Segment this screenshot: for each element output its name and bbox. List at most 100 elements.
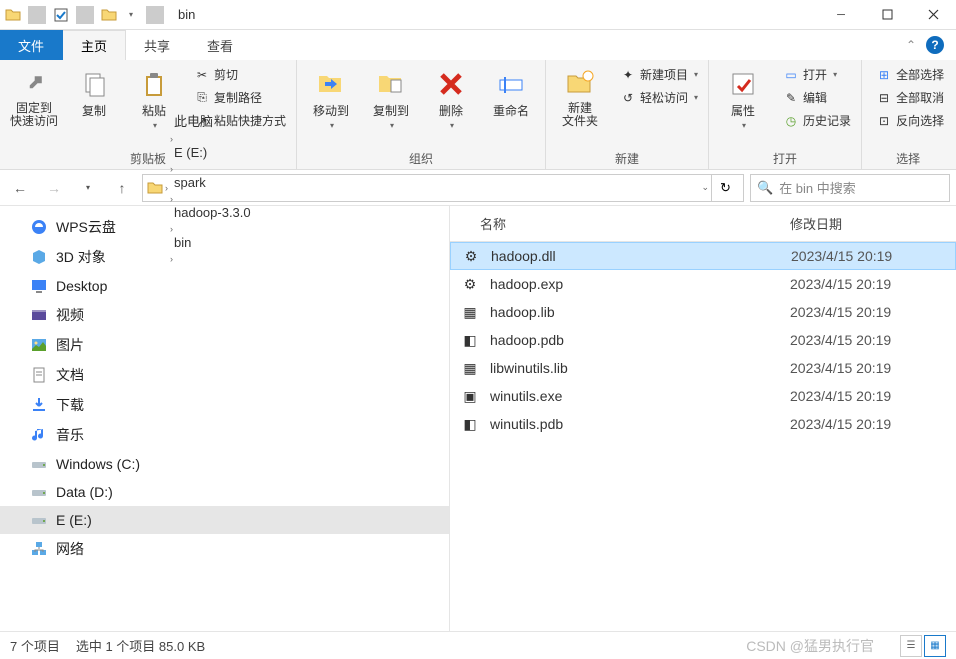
drive-icon [30,455,48,473]
status-selected: 选中 1 个项目 85.0 KB [76,636,205,655]
file-icon: ▦ [460,304,480,321]
breadcrumb-item[interactable]: spark [170,175,255,190]
drive-icon [30,483,48,501]
search-icon: 🔍 [757,180,773,196]
video-icon [30,306,48,324]
drive-icon [30,511,48,529]
tree-item[interactable]: 网络 [0,534,449,564]
help-icon[interactable]: ? [926,36,944,54]
tree-item[interactable]: 文档 [0,360,449,390]
file-row[interactable]: ⚙hadoop.exp2023/4/15 20:19 [450,270,956,298]
file-row[interactable]: ▦hadoop.lib2023/4/15 20:19 [450,298,956,326]
tree-item-label: Data (D:) [56,484,113,500]
file-row[interactable]: ▣winutils.exe2023/4/15 20:19 [450,382,956,410]
address-bar: ← → ▾ ↑ › 此电脑›E (E:)›spark›hadoop-3.3.0›… [0,170,956,206]
rename-button[interactable]: 重命名 [483,64,539,123]
maximize-button[interactable] [864,0,910,30]
copyto-icon [375,68,407,100]
close-button[interactable] [910,0,956,30]
search-input[interactable]: 🔍 在 bin 中搜索 [750,174,950,202]
view-details-button[interactable]: ☰ [900,635,922,657]
file-icon: ⚙ [460,276,480,293]
recent-dropdown[interactable]: ▾ [74,174,102,202]
status-bar: 7 个项目 选中 1 个项目 85.0 KB CSDN @猛男执行官 ☰ ▦ [0,631,956,659]
pasteshortcut-button[interactable]: ↗粘贴快捷方式 [190,110,290,131]
file-icon: ▦ [460,360,480,377]
pin-button[interactable]: 固定到快速访问 [6,64,62,132]
properties-button[interactable]: 属性 [715,64,771,134]
collapse-ribbon-icon[interactable]: ⌃ [906,38,916,52]
file-row[interactable]: ▦libwinutils.lib2023/4/15 20:19 [450,354,956,382]
folder-qa-icon[interactable] [100,6,118,24]
copyto-button[interactable]: 复制到 [363,64,419,134]
nav-tree[interactable]: WPS云盘3D 对象 Desktop 视频图片文档下载音乐 Windows (C:) D… [0,206,450,631]
tree-item-label: Desktop [56,278,107,294]
file-date: 2023/4/15 20:19 [780,416,901,432]
moveto-button[interactable]: 移动到 [303,64,359,134]
selectnone-button[interactable]: ⊟全部取消 [872,87,948,108]
chevron-icon[interactable]: › [170,194,173,204]
file-row[interactable]: ◧hadoop.pdb2023/4/15 20:19 [450,326,956,354]
forward-button[interactable]: → [40,174,68,202]
edit-icon: ✎ [783,90,799,106]
open-button[interactable]: ▭打开 [779,64,855,85]
checkbox-qa-icon[interactable] [52,6,70,24]
3d-icon [30,248,48,266]
tree-item[interactable]: E (E:) [0,506,449,534]
qa-dropdown-icon[interactable]: ▾ [122,6,140,24]
tab-file[interactable]: 文件 [0,30,63,60]
tab-view[interactable]: 查看 [189,30,252,60]
breadcrumb[interactable]: › 此电脑›E (E:)›spark›hadoop-3.3.0›bin› ⌄ ↻ [142,174,744,202]
newitem-button[interactable]: ✦新建项目 [616,64,702,85]
paste-button[interactable]: 粘贴 [126,64,182,134]
copy-icon [78,68,110,100]
tree-item[interactable]: WPS云盘 [0,212,449,242]
breadcrumb-dropdown-icon[interactable]: ⌄ [701,182,709,193]
file-name: winutils.pdb [480,416,780,432]
tree-item[interactable]: Data (D:) [0,478,449,506]
file-row[interactable]: ◧winutils.pdb2023/4/15 20:19 [450,410,956,438]
invert-button[interactable]: ⊡反向选择 [872,110,948,131]
edit-button[interactable]: ✎编辑 [779,87,855,108]
copy-button[interactable]: 复制 [66,64,122,123]
tab-home[interactable]: 主页 [63,30,126,60]
tree-item[interactable]: 图片 [0,330,449,360]
up-button[interactable]: ↑ [108,174,136,202]
music-icon [30,426,48,444]
col-name[interactable]: 名称 [450,206,780,241]
status-count: 7 个项目 [10,636,60,655]
col-date[interactable]: 修改日期 [780,206,940,241]
file-name: libwinutils.lib [480,360,780,376]
selectall-button[interactable]: ⊞全部选择 [872,64,948,85]
file-row[interactable]: ⚙hadoop.dll2023/4/15 20:19 [450,242,956,270]
view-icons-button[interactable]: ▦ [924,635,946,657]
tab-share[interactable]: 共享 [126,30,189,60]
refresh-button[interactable]: ↻ [711,174,739,202]
tree-item-label: 音乐 [56,425,84,445]
shortcut-icon: ↗ [194,113,210,129]
tree-item-label: 文档 [56,365,84,385]
copypath-button[interactable]: ⎘复制路径 [190,87,290,108]
file-list[interactable]: 名称 修改日期 ⚙hadoop.dll2023/4/15 20:19⚙hadoo… [450,206,956,631]
delete-button[interactable]: 删除 [423,64,479,134]
file-header[interactable]: 名称 修改日期 [450,206,956,242]
tree-item[interactable]: Windows (C:) [0,450,449,478]
group-label-organize: 组织 [303,148,539,167]
chevron-icon[interactable]: › [165,183,168,193]
watermark: CSDN @猛男执行官 [746,636,874,656]
file-name: winutils.exe [480,388,780,404]
history-button[interactable]: ◷历史记录 [779,110,855,131]
tree-item-label: Windows (C:) [56,456,140,472]
file-date: 2023/4/15 20:19 [780,360,901,376]
tree-item[interactable]: 音乐 [0,420,449,450]
tree-item-label: 图片 [56,335,84,355]
newfolder-button[interactable]: 新建文件夹 [552,64,608,132]
tree-item[interactable]: 3D 对象 [0,242,449,272]
back-button[interactable]: ← [6,174,34,202]
easyaccess-button[interactable]: ↺轻松访问 [616,87,702,108]
tree-item[interactable]: 下载 [0,390,449,420]
minimize-button[interactable]: ─ [818,0,864,30]
tree-item[interactable]: 视频 [0,300,449,330]
cut-button[interactable]: ✂剪切 [190,64,290,85]
tree-item[interactable]: Desktop [0,272,449,300]
